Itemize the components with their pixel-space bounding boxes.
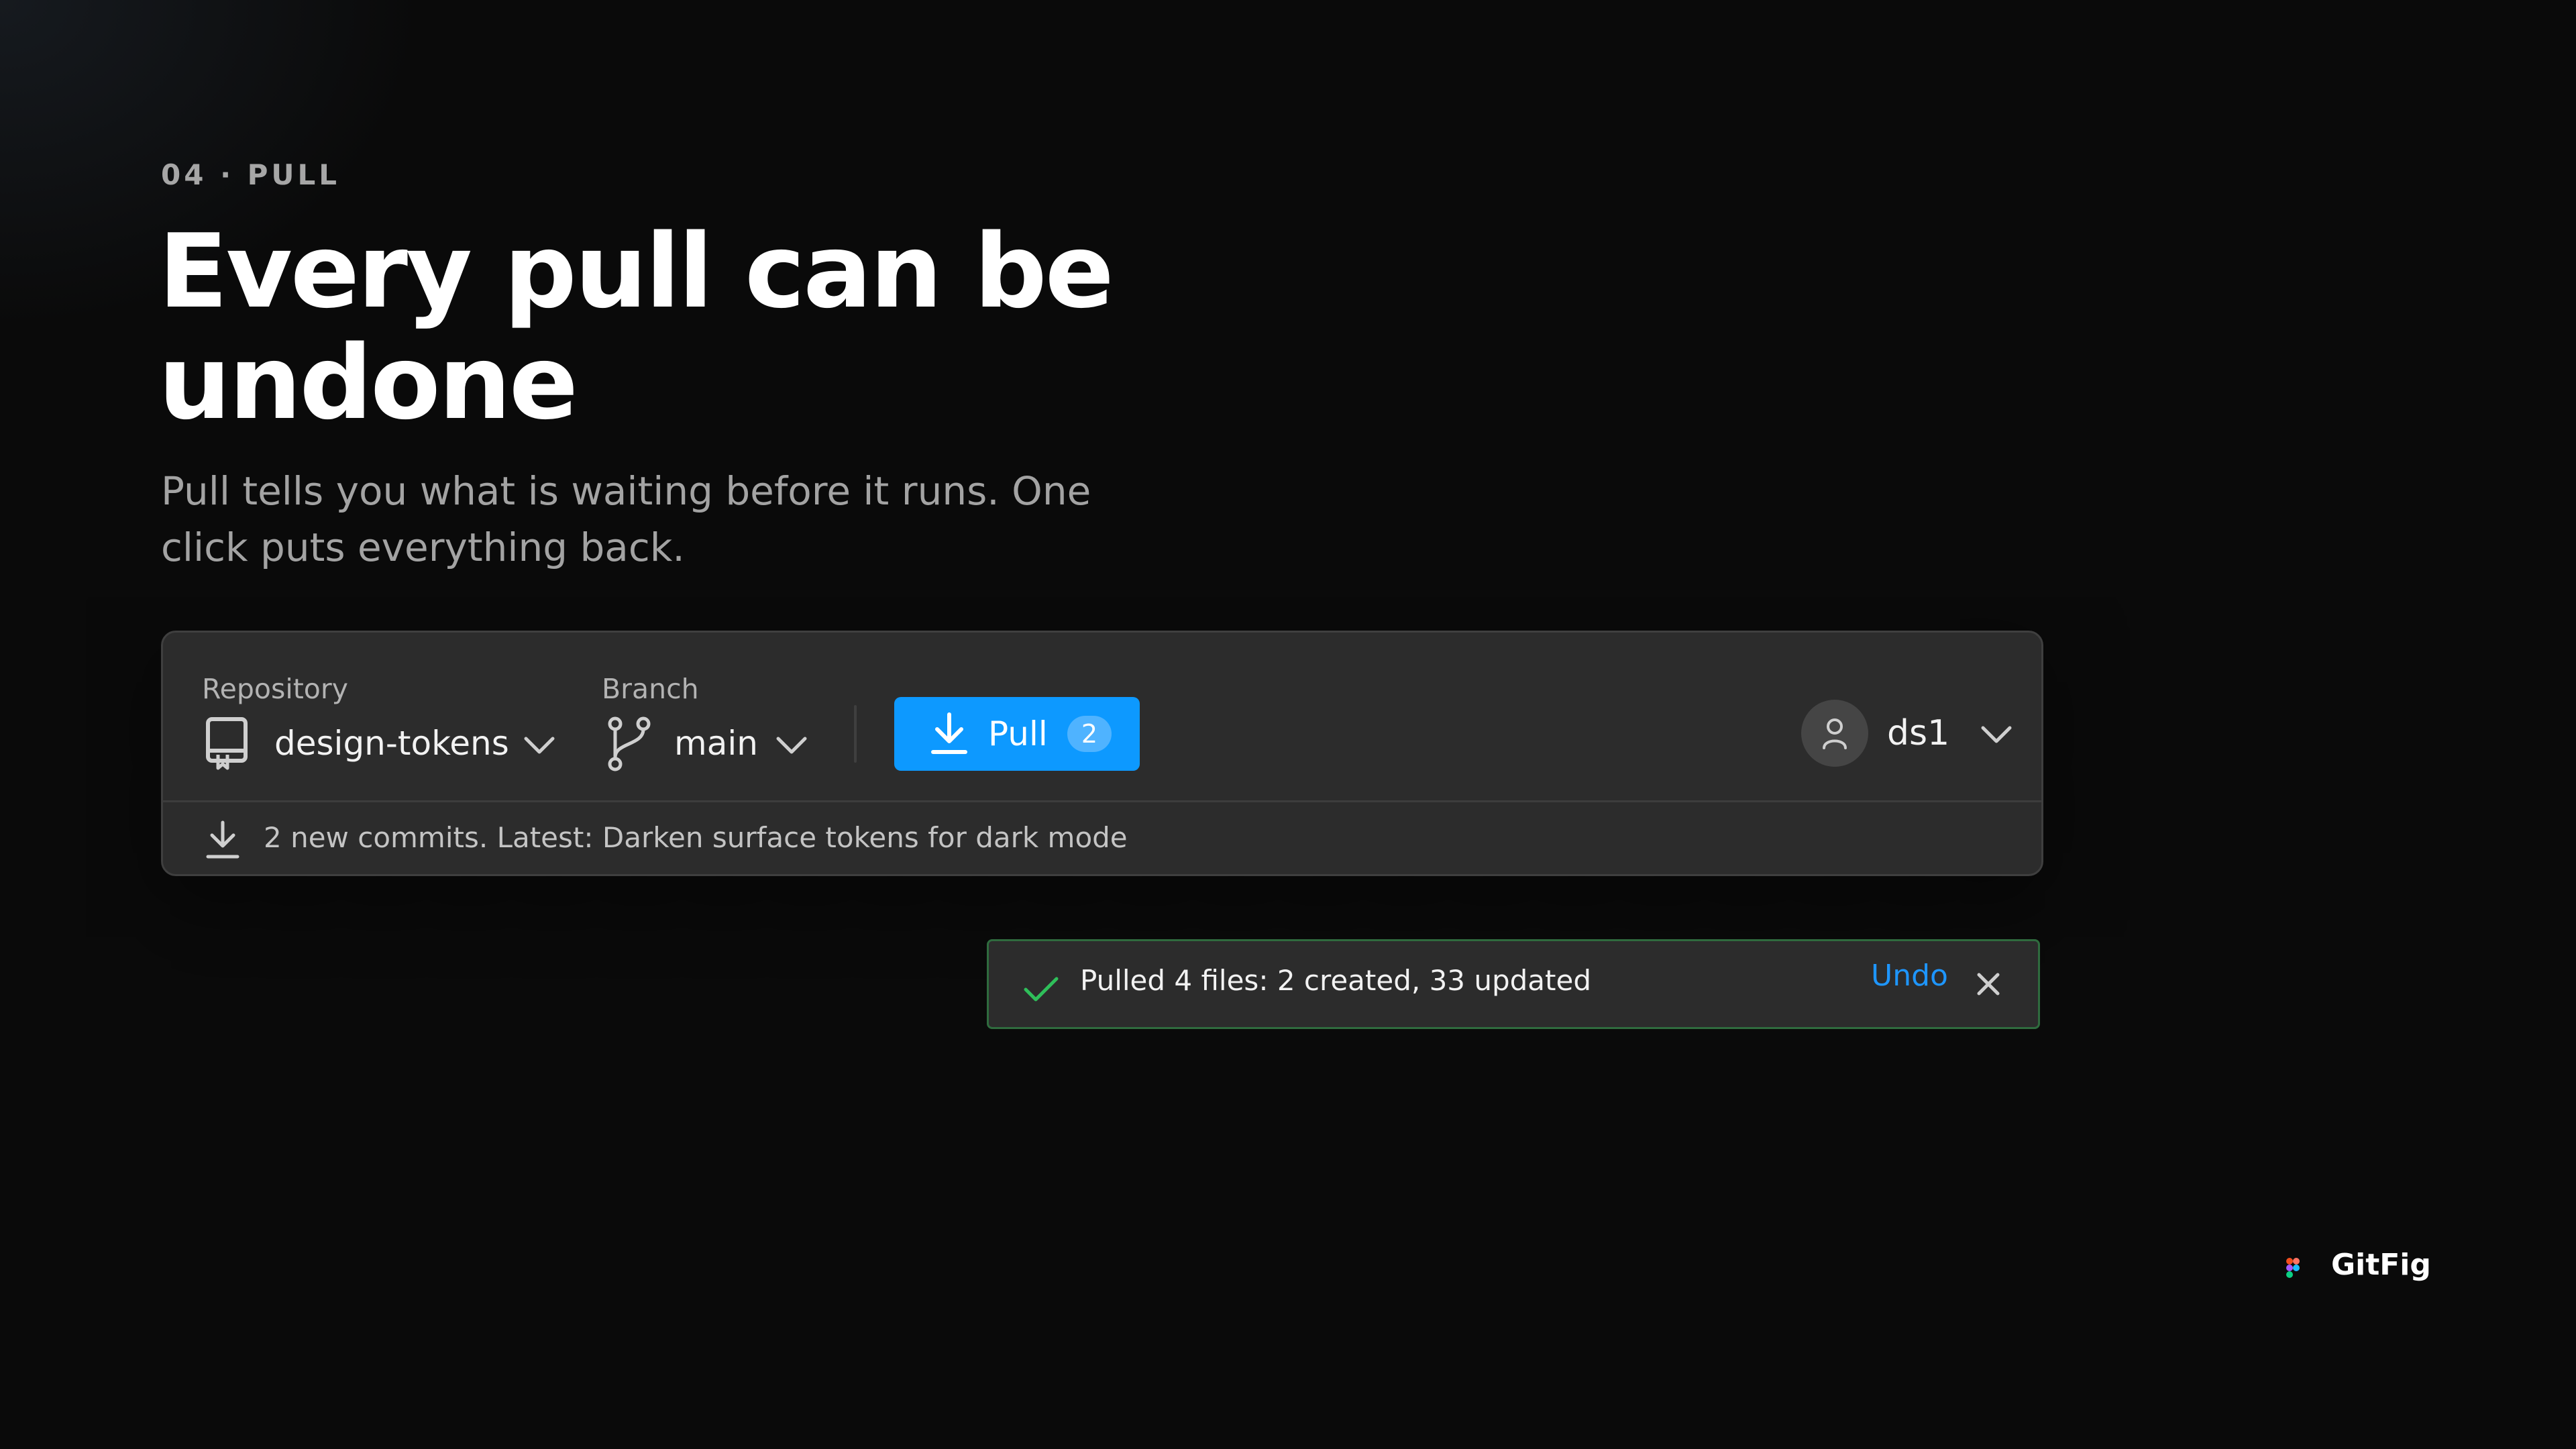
branch-label: Branch bbox=[602, 673, 699, 705]
repo-icon bbox=[206, 717, 248, 770]
user-icon bbox=[1823, 718, 1847, 749]
success-toast: Pulled 4 files: 2 created, 33 updated Un… bbox=[987, 939, 2040, 1029]
chevron-down-icon bbox=[1981, 726, 2012, 743]
panel-toolbar: Repository design-tokens Branch main Pul… bbox=[163, 633, 2041, 800]
status-text: 2 new commits. Latest: Darken surface to… bbox=[264, 821, 1128, 854]
repository-value: design-tokens bbox=[274, 724, 509, 763]
branch-value: main bbox=[674, 724, 758, 763]
pull-button-label: Pull bbox=[988, 714, 1048, 753]
account-name: ds1 bbox=[1887, 713, 1950, 753]
incoming-commits-status: 2 new commits. Latest: Darken surface to… bbox=[163, 802, 2041, 874]
pull-count-badge: 2 bbox=[1067, 716, 1112, 752]
chevron-down-icon bbox=[524, 737, 555, 754]
branch-icon bbox=[608, 716, 651, 771]
page-title: Every pull can be undone bbox=[158, 212, 1114, 442]
pull-panel: Repository design-tokens Branch main Pul… bbox=[161, 631, 2043, 876]
download-icon bbox=[206, 820, 239, 859]
toolbar-separator bbox=[854, 705, 857, 763]
undo-button[interactable]: Undo bbox=[1871, 959, 1948, 993]
chevron-down-icon bbox=[776, 737, 807, 754]
pull-button[interactable]: Pull 2 bbox=[894, 697, 1140, 771]
figma-logo-icon bbox=[2286, 1258, 2300, 1278]
check-icon bbox=[1024, 977, 1059, 1002]
section-eyebrow: 04 · PULL bbox=[161, 158, 341, 191]
page-subtitle: Pull tells you what is waiting before it… bbox=[161, 468, 1091, 570]
download-icon bbox=[931, 712, 967, 754]
repository-label: Repository bbox=[202, 673, 349, 705]
toast-message: Pulled 4 files: 2 created, 33 updated bbox=[1080, 964, 1592, 997]
avatar bbox=[1801, 700, 1868, 767]
close-icon[interactable] bbox=[1975, 971, 2002, 998]
brand-name: GitFig bbox=[2331, 1248, 2431, 1282]
